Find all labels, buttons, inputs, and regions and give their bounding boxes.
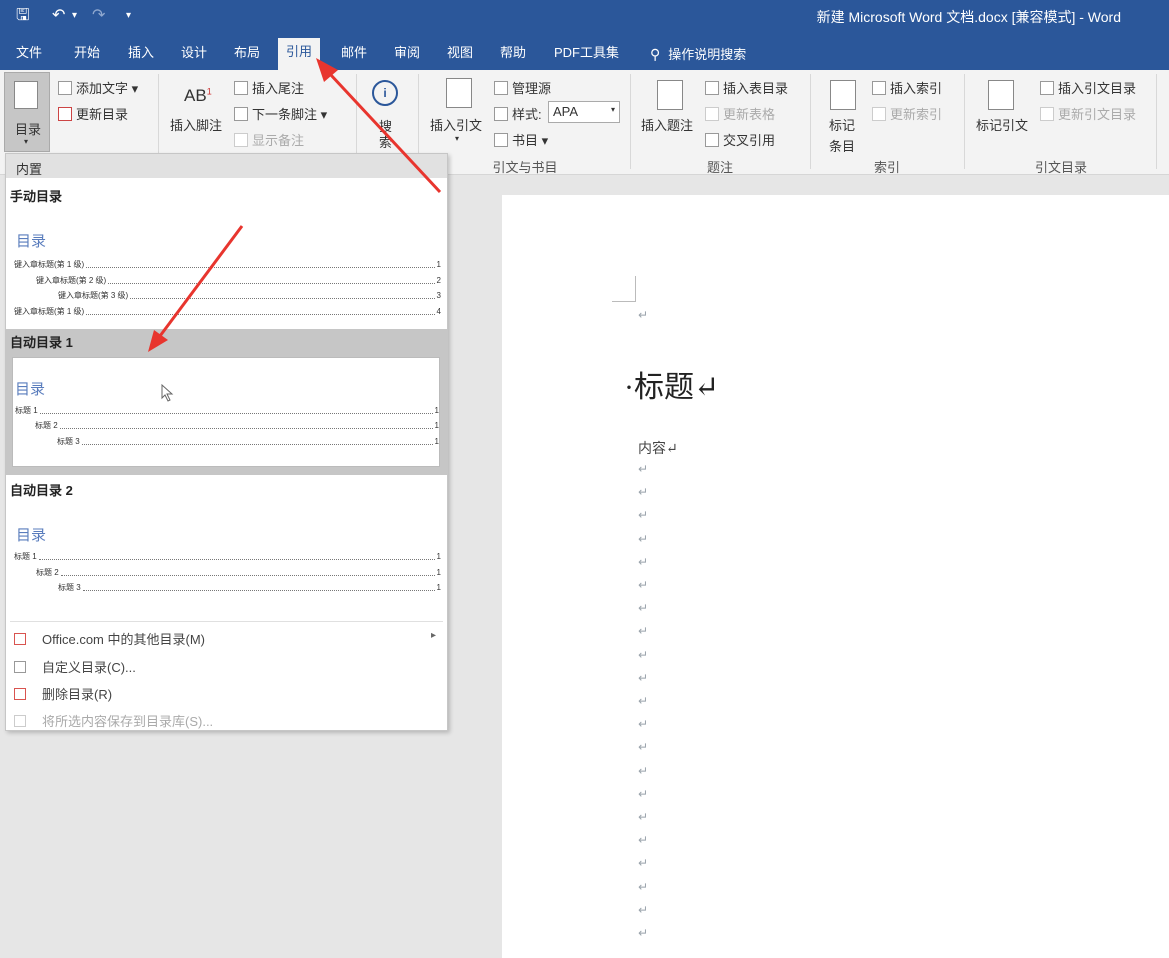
annotation-arrow	[316, 58, 442, 194]
annotation-arrows	[148, 58, 442, 352]
annotation-arrow	[148, 225, 244, 352]
